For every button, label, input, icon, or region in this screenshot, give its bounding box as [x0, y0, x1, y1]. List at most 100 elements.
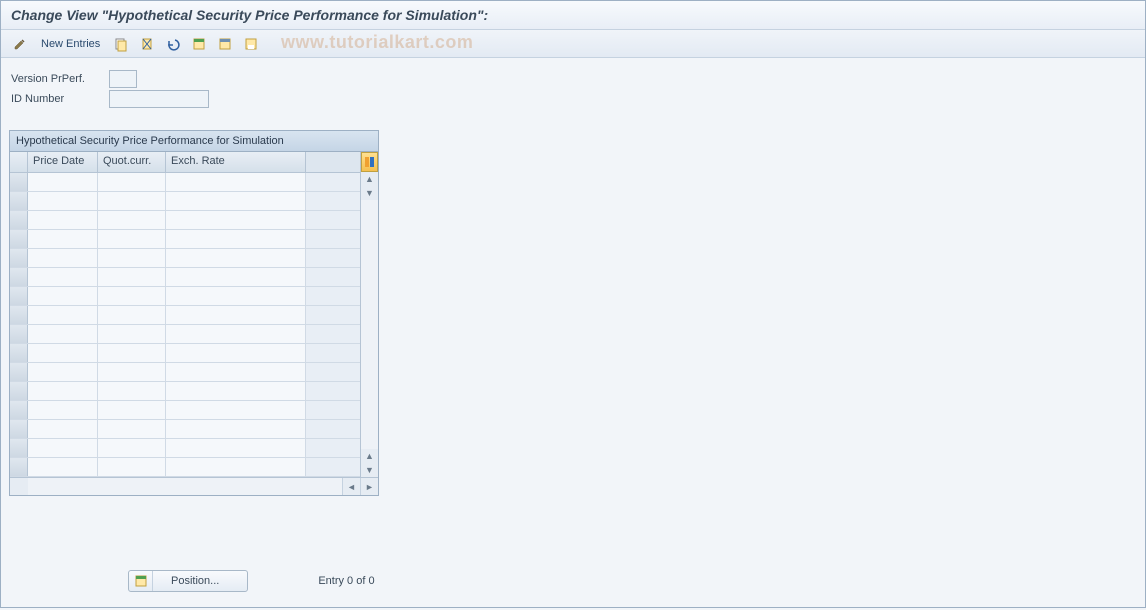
cell-exch-rate[interactable] [166, 382, 306, 400]
cell-price-date[interactable] [28, 287, 98, 305]
row-selector[interactable] [10, 382, 28, 400]
hscroll-track[interactable] [28, 478, 342, 495]
cell-quot-curr[interactable] [98, 382, 166, 400]
vertical-scrollbar[interactable]: ▲ ▼ ▲ ▼ [360, 152, 378, 477]
save-variant-icon[interactable] [240, 34, 262, 54]
cell-price-date[interactable] [28, 363, 98, 381]
select-all-icon[interactable] [188, 34, 210, 54]
cell-price-date[interactable] [28, 306, 98, 324]
cell-quot-curr[interactable] [98, 287, 166, 305]
position-button[interactable]: Position... [128, 570, 248, 592]
cell-quot-curr[interactable] [98, 249, 166, 267]
cell-exch-rate[interactable] [166, 325, 306, 343]
row-selector[interactable] [10, 306, 28, 324]
cell-price-date[interactable] [28, 173, 98, 191]
row-selector[interactable] [10, 211, 28, 229]
cell-quot-curr[interactable] [98, 439, 166, 457]
cell-exch-rate[interactable] [166, 458, 306, 476]
row-selector[interactable] [10, 268, 28, 286]
cell-price-date[interactable] [28, 211, 98, 229]
cell-quot-curr[interactable] [98, 325, 166, 343]
cell-quot-curr[interactable] [98, 211, 166, 229]
cell-quot-curr[interactable] [98, 192, 166, 210]
horizontal-scrollbar[interactable]: ◄ ► [10, 477, 378, 495]
table-row[interactable] [10, 363, 360, 382]
cell-exch-rate[interactable] [166, 230, 306, 248]
scroll-track[interactable] [361, 200, 378, 449]
table-row[interactable] [10, 420, 360, 439]
scroll-left-icon[interactable]: ◄ [342, 478, 360, 495]
undo-icon[interactable] [162, 34, 184, 54]
row-selector[interactable] [10, 325, 28, 343]
deselect-all-icon[interactable] [214, 34, 236, 54]
row-selector[interactable] [10, 230, 28, 248]
cell-quot-curr[interactable] [98, 420, 166, 438]
toggle-edit-icon[interactable] [9, 34, 31, 54]
new-entries-button[interactable]: New Entries [35, 34, 106, 54]
table-row[interactable] [10, 325, 360, 344]
cell-exch-rate[interactable] [166, 401, 306, 419]
scroll-down-bottom-icon[interactable]: ▼ [361, 463, 378, 477]
id-input[interactable] [109, 90, 209, 108]
cell-price-date[interactable] [28, 230, 98, 248]
cell-price-date[interactable] [28, 382, 98, 400]
row-selector[interactable] [10, 458, 28, 476]
table-row[interactable] [10, 230, 360, 249]
cell-exch-rate[interactable] [166, 249, 306, 267]
cell-exch-rate[interactable] [166, 173, 306, 191]
table-row[interactable] [10, 344, 360, 363]
table-config-icon[interactable] [361, 152, 378, 172]
column-header-quot-curr[interactable]: Quot.curr. [98, 152, 166, 172]
row-selector[interactable] [10, 287, 28, 305]
cell-exch-rate[interactable] [166, 306, 306, 324]
cell-quot-curr[interactable] [98, 268, 166, 286]
column-header-exch-rate[interactable]: Exch. Rate [166, 152, 306, 172]
cell-exch-rate[interactable] [166, 439, 306, 457]
row-selector[interactable] [10, 173, 28, 191]
version-input[interactable] [109, 70, 137, 88]
cell-quot-curr[interactable] [98, 173, 166, 191]
cell-exch-rate[interactable] [166, 192, 306, 210]
table-row[interactable] [10, 268, 360, 287]
cell-quot-curr[interactable] [98, 458, 166, 476]
table-row[interactable] [10, 287, 360, 306]
cell-exch-rate[interactable] [166, 211, 306, 229]
scroll-down-icon[interactable]: ▼ [361, 186, 378, 200]
cell-price-date[interactable] [28, 344, 98, 362]
copy-icon[interactable] [110, 34, 132, 54]
cell-price-date[interactable] [28, 268, 98, 286]
row-selector[interactable] [10, 401, 28, 419]
cell-price-date[interactable] [28, 192, 98, 210]
cell-exch-rate[interactable] [166, 287, 306, 305]
cell-exch-rate[interactable] [166, 420, 306, 438]
table-row[interactable] [10, 211, 360, 230]
table-row[interactable] [10, 401, 360, 420]
column-header-price-date[interactable]: Price Date [28, 152, 98, 172]
cell-exch-rate[interactable] [166, 268, 306, 286]
cell-price-date[interactable] [28, 401, 98, 419]
cell-quot-curr[interactable] [98, 344, 166, 362]
cell-exch-rate[interactable] [166, 344, 306, 362]
cell-quot-curr[interactable] [98, 306, 166, 324]
row-selector[interactable] [10, 249, 28, 267]
row-selector[interactable] [10, 420, 28, 438]
cell-price-date[interactable] [28, 325, 98, 343]
scroll-up-bottom-icon[interactable]: ▲ [361, 449, 378, 463]
cell-quot-curr[interactable] [98, 363, 166, 381]
table-row[interactable] [10, 192, 360, 211]
row-selector[interactable] [10, 439, 28, 457]
scroll-up-icon[interactable]: ▲ [361, 172, 378, 186]
cell-price-date[interactable] [28, 439, 98, 457]
table-row[interactable] [10, 173, 360, 192]
cell-quot-curr[interactable] [98, 230, 166, 248]
table-row[interactable] [10, 439, 360, 458]
table-row[interactable] [10, 249, 360, 268]
cell-price-date[interactable] [28, 249, 98, 267]
row-selector[interactable] [10, 363, 28, 381]
table-row[interactable] [10, 382, 360, 401]
select-all-column[interactable] [10, 152, 28, 172]
delete-icon[interactable] [136, 34, 158, 54]
scroll-right-icon[interactable]: ► [360, 478, 378, 495]
cell-price-date[interactable] [28, 420, 98, 438]
row-selector[interactable] [10, 192, 28, 210]
